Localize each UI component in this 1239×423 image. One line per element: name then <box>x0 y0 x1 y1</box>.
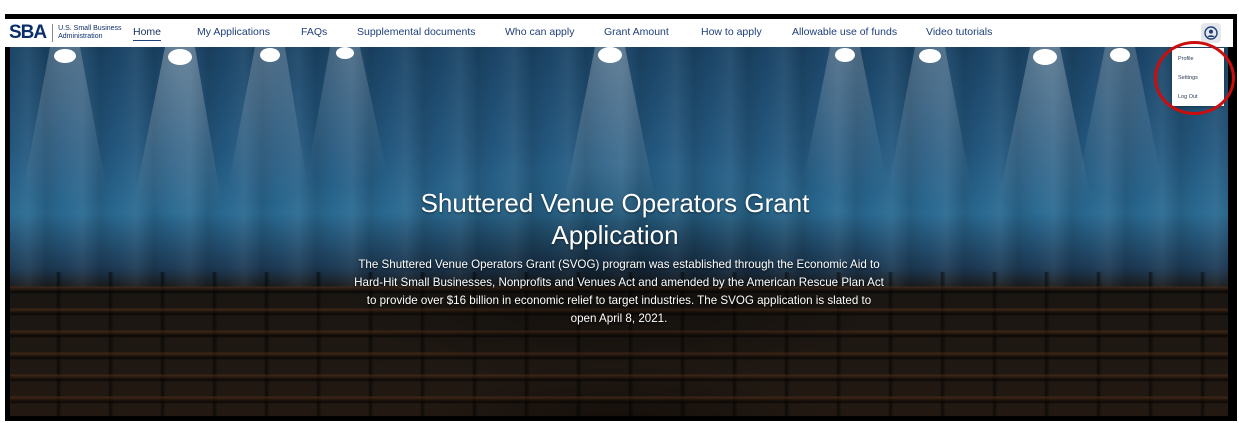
sba-logo-mark: SBA <box>9 22 47 43</box>
logo-text-line: U.S. Small Business <box>58 25 122 32</box>
user-circle-icon <box>1204 26 1218 40</box>
nav-link-my-applications[interactable]: My Applications <box>197 25 270 39</box>
nav-link-home[interactable]: Home <box>133 25 162 41</box>
nav-link-who-can-apply[interactable]: Who can apply <box>505 25 574 39</box>
hero-description-line: The Shuttered Venue Operators Grant (SVO… <box>358 258 880 271</box>
sba-logo-text: U.S. Small Business Administration <box>58 25 124 41</box>
hero-banner: Shuttered Venue Operators Grant Applicat… <box>10 47 1228 416</box>
nav-link-grant-amount[interactable]: Grant Amount <box>604 25 669 39</box>
nav-link-supplemental-documents[interactable]: Supplemental documents <box>357 25 476 39</box>
logo-divider <box>52 24 54 42</box>
nav-link-allowable-use-of-funds[interactable]: Allowable use of funds <box>792 25 897 39</box>
nav-link-how-to-apply[interactable]: How to apply <box>701 25 762 39</box>
user-menu-button[interactable] <box>1201 23 1221 43</box>
hero-description: The Shuttered Venue Operators Grant (SVO… <box>332 256 906 328</box>
logo-text-line: Administration <box>58 33 103 40</box>
top-navigation-bar: SBA U.S. Small Business Administration H… <box>5 19 1233 47</box>
hero-description-line: open April 8, 2021. <box>570 312 668 325</box>
nav-link-faqs[interactable]: FAQs <box>301 25 327 39</box>
page-title: Shuttered Venue Operators Grant Applicat… <box>310 187 920 251</box>
hero-description-line: to provide over $16 billion in economic … <box>366 294 872 307</box>
annotation-highlight-circle <box>1154 41 1235 115</box>
nav-link-video-tutorials[interactable]: Video tutorials <box>926 25 992 39</box>
sba-logo[interactable]: SBA U.S. Small Business Administration <box>9 21 124 45</box>
page-title-line: Shuttered Venue Operators Grant <box>420 188 810 218</box>
page-title-line: Application <box>551 220 679 250</box>
hero-description-line: Hard-Hit Small Businesses, Nonprofits an… <box>354 276 884 289</box>
